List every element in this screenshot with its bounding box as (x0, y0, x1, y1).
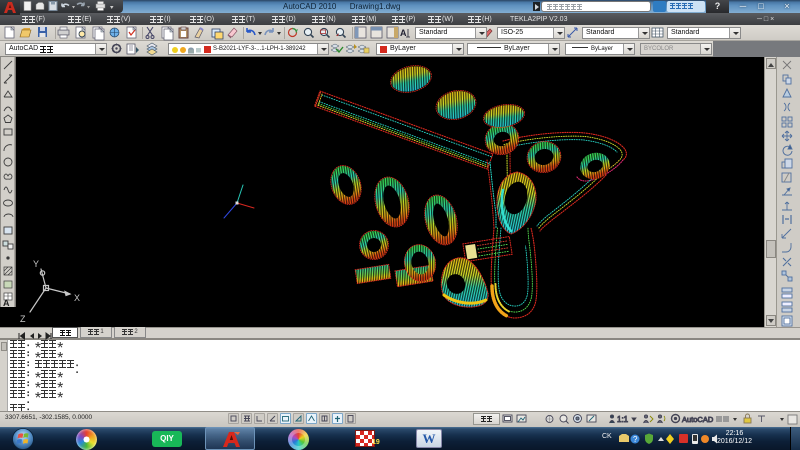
svg-text:1:1: 1:1 (617, 415, 629, 424)
svg-text:A: A (400, 28, 407, 38)
svg-text:A: A (3, 298, 10, 307)
svg-text:X: X (74, 293, 80, 303)
svg-text:AutoCAD: AutoCAD (682, 415, 714, 424)
svg-text:?: ? (633, 435, 638, 444)
svg-text:Z: Z (20, 314, 26, 324)
svg-text:Y: Y (33, 259, 39, 269)
